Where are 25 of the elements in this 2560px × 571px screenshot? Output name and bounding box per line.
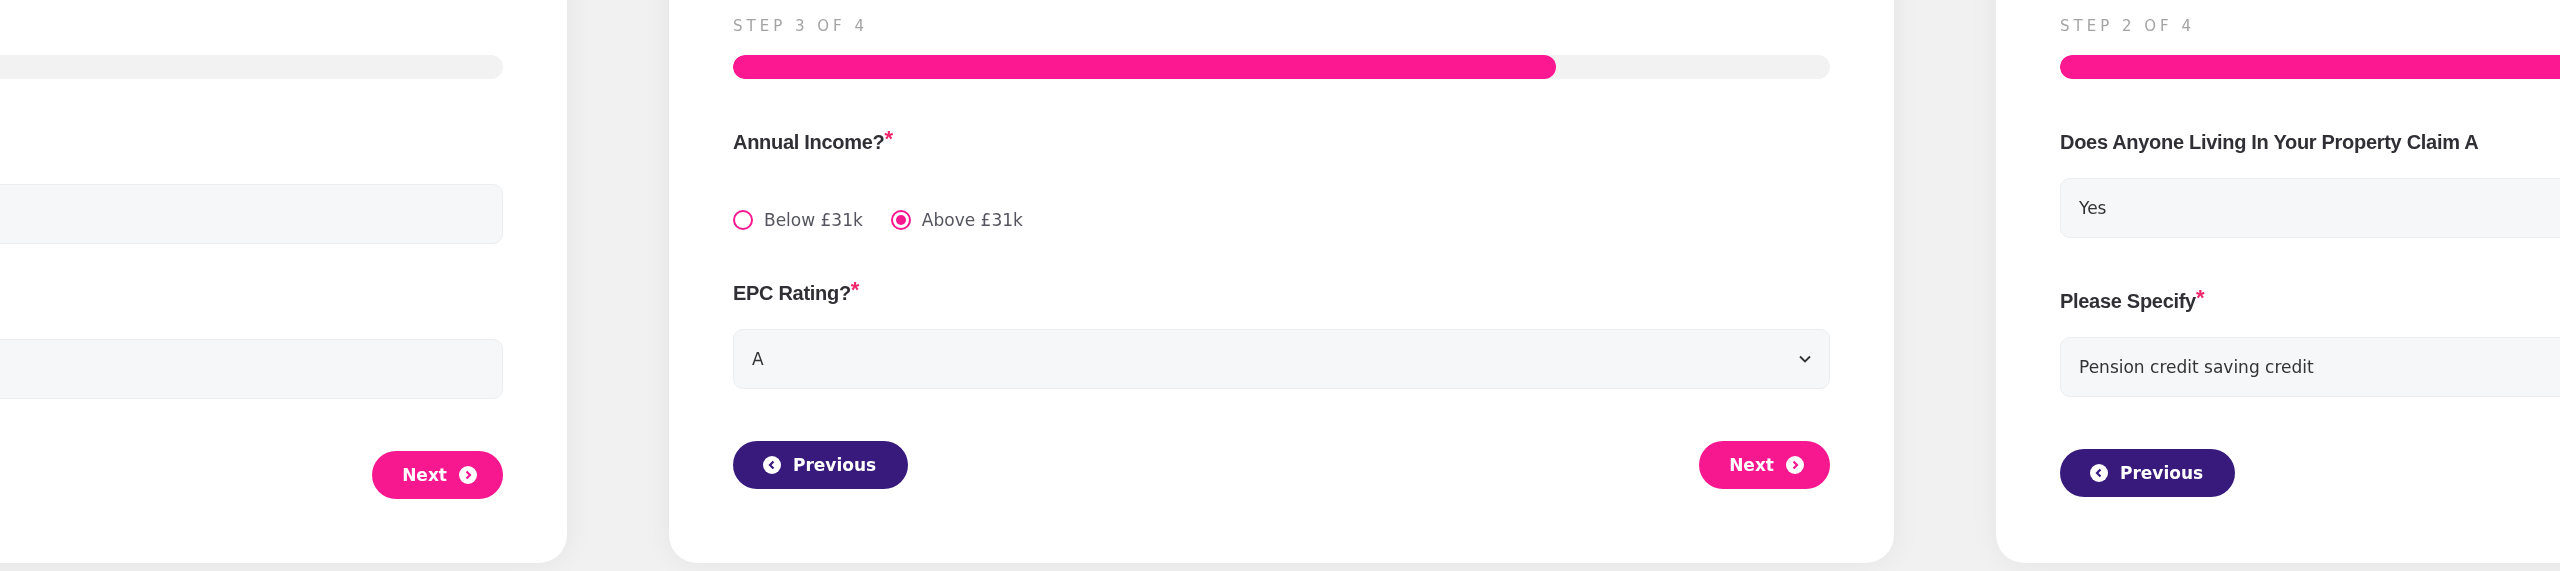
chevron-left-icon — [2090, 464, 2108, 482]
chevron-left-icon — [763, 456, 781, 474]
chevron-right-icon — [459, 466, 477, 484]
next-button[interactable]: Next — [1699, 441, 1830, 489]
chevron-right-icon — [1786, 456, 1804, 474]
step-label: STEP 3 OF 4 — [733, 16, 870, 36]
field-label: Please Specify — [2060, 289, 2196, 314]
required-mark: * — [850, 277, 860, 302]
previous-button[interactable]: Previous — [2060, 449, 2236, 497]
radio-label: Above £31k — [921, 210, 1023, 230]
field-label: Annual Income? — [733, 130, 885, 155]
next-button[interactable]: Next — [372, 451, 503, 499]
field-label: EPC Rating? — [733, 281, 851, 306]
field-label: Does Anyone Living In Your Property Claim A — [2060, 130, 2479, 155]
required-mark: * — [2195, 285, 2205, 310]
radio-label: Below £31k — [764, 210, 863, 230]
radio-button[interactable] — [890, 210, 911, 230]
required-mark: * — [884, 126, 893, 152]
chevron-down-icon — [1799, 355, 1811, 363]
input-field[interactable]: Yes — [2060, 178, 2560, 238]
input-field[interactable]: Pension credit saving credit — [2060, 337, 2560, 397]
select-field[interactable]: A — [733, 329, 1830, 389]
previous-button[interactable]: Previous — [733, 441, 909, 489]
step-label: STEP 2 OF 4 — [2060, 16, 2197, 36]
radio-button[interactable] — [733, 210, 753, 230]
